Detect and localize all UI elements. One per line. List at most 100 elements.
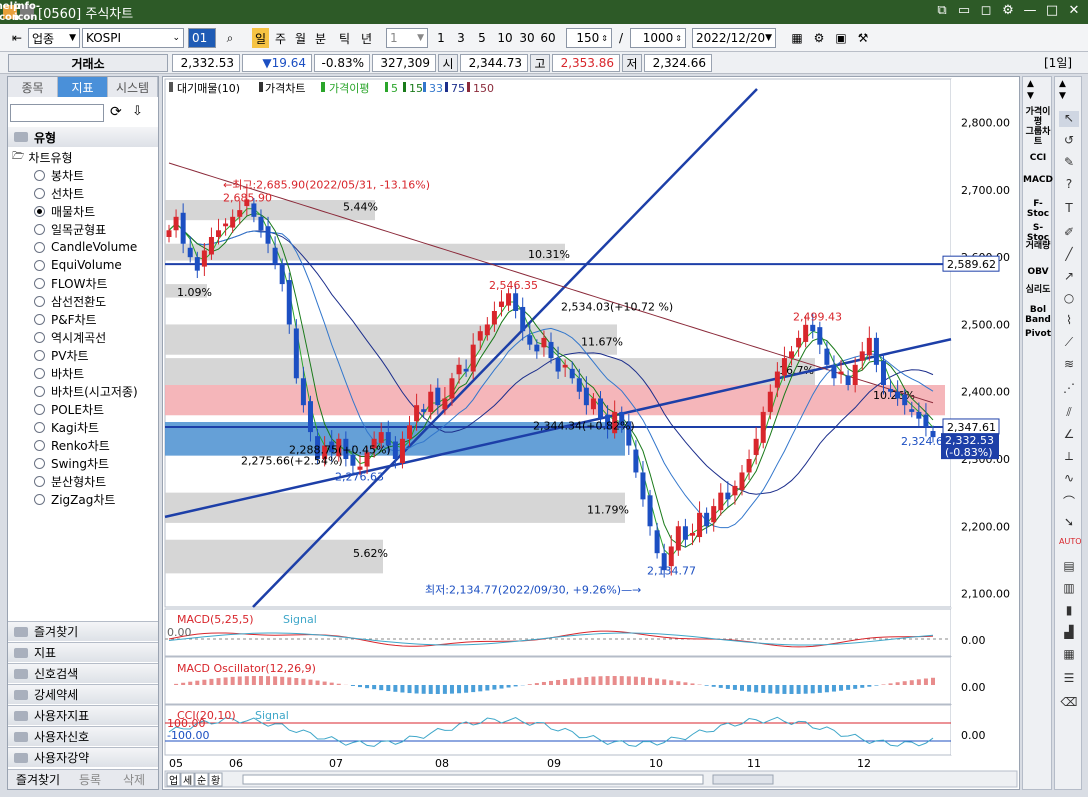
- chart-type-option[interactable]: Renko차트: [34, 437, 110, 453]
- fan-tool-icon[interactable]: ⋰: [1059, 381, 1079, 397]
- min-30-button[interactable]: 30: [517, 28, 537, 48]
- radio-button[interactable]: [34, 259, 45, 271]
- chart-type-option[interactable]: 삼선전환도: [34, 293, 106, 309]
- auto-icon[interactable]: AUTO: [1059, 537, 1082, 553]
- undo-icon[interactable]: ↺: [1059, 133, 1079, 149]
- date-select[interactable]: 2022/12/20 ▼: [692, 28, 776, 48]
- save-icon[interactable]: ▣: [832, 28, 850, 48]
- min-1-button[interactable]: 1: [434, 28, 448, 48]
- close-icon[interactable]: ✕: [1066, 3, 1082, 18]
- cursor-icon[interactable]: ↖: [1059, 111, 1079, 127]
- period-minute[interactable]: 분: [312, 28, 329, 48]
- indicator-button[interactable]: Bol Band: [1023, 305, 1053, 325]
- radio-button[interactable]: [34, 421, 45, 433]
- indicator-button[interactable]: 심리도: [1023, 285, 1053, 295]
- indicator-button[interactable]: CCI: [1023, 153, 1053, 163]
- scroll-down-icon[interactable]: ▼: [1059, 91, 1066, 101]
- delete-button[interactable]: 삭제: [112, 770, 156, 789]
- code-button[interactable]: 01: [188, 28, 216, 48]
- chart-type-option[interactable]: 바차트(시고저종): [34, 383, 138, 399]
- restore-icon[interactable]: ⧉: [934, 3, 950, 18]
- market-select[interactable]: 업종 ▼: [28, 28, 80, 48]
- line-tool-icon[interactable]: ╱: [1059, 247, 1079, 263]
- min-icon[interactable]: —: [1022, 3, 1038, 18]
- indicator-button[interactable]: Pivot: [1023, 329, 1053, 339]
- chart-icon[interactable]: ▟: [1059, 625, 1079, 641]
- chart-type-option[interactable]: POLE차트: [34, 401, 104, 417]
- text-tool-icon[interactable]: T: [1059, 201, 1079, 217]
- stock-chart[interactable]: 5.44%10.31%1.09%11.67%16.7%11.79%5.62%10…: [163, 77, 1019, 789]
- indicator-button[interactable]: 그룹차트: [1023, 127, 1053, 147]
- gann-tool-icon[interactable]: ⟂: [1059, 449, 1079, 465]
- type-section[interactable]: 유형: [8, 127, 158, 147]
- folder-indicator[interactable]: 지표: [8, 642, 158, 662]
- radio-button[interactable]: [34, 313, 45, 325]
- folder-user-strength[interactable]: 사용자강약: [8, 747, 158, 767]
- folder-favorites[interactable]: 즐겨찾기: [8, 621, 158, 641]
- period-month[interactable]: 월: [292, 28, 309, 48]
- min-60-button[interactable]: 60: [538, 28, 558, 48]
- radio-button[interactable]: [34, 439, 45, 451]
- pen-icon[interactable]: ✐: [1059, 225, 1079, 241]
- chart-type-option[interactable]: P&F차트: [34, 311, 97, 327]
- radio-button[interactable]: [34, 187, 45, 199]
- bar-chart-icon[interactable]: ▮: [1059, 603, 1079, 619]
- indicator-button[interactable]: F-Stoc: [1023, 199, 1053, 219]
- indicator-search-input[interactable]: [10, 104, 104, 122]
- marker-icon[interactable]: ✎: [1059, 155, 1079, 171]
- radio-button[interactable]: [34, 493, 45, 505]
- trend-tool-icon[interactable]: ⟋: [1059, 335, 1079, 351]
- collapse-panel-icon[interactable]: ⇤: [8, 28, 26, 48]
- tools-icon[interactable]: ⚒: [854, 28, 872, 48]
- chart-type-option[interactable]: 일목균형표: [34, 221, 106, 237]
- radio-button[interactable]: [34, 457, 45, 469]
- folder-strength[interactable]: 강세약세: [8, 684, 158, 704]
- channel-tool-icon[interactable]: ≋: [1059, 357, 1079, 373]
- indicator-button[interactable]: S-Stoc: [1023, 223, 1053, 243]
- radio-button[interactable]: [34, 277, 45, 289]
- radio-button[interactable]: [34, 205, 45, 217]
- radio-button[interactable]: [34, 367, 45, 379]
- grid-icon[interactable]: ▦: [788, 28, 806, 48]
- min-3-button[interactable]: 3: [454, 28, 468, 48]
- circle-tool-icon[interactable]: ○: [1059, 291, 1079, 307]
- chart-type-option[interactable]: EquiVolume: [34, 257, 122, 273]
- tab-stock[interactable]: 종목: [8, 77, 58, 97]
- min-5-button[interactable]: 5: [475, 28, 489, 48]
- chart-type-option[interactable]: FLOW차트: [34, 275, 108, 291]
- radio-button[interactable]: [34, 241, 45, 253]
- erase-icon[interactable]: ⌫: [1059, 695, 1079, 711]
- chart-type-option[interactable]: Swing차트: [34, 455, 109, 471]
- indicator-button[interactable]: OBV: [1023, 267, 1053, 277]
- maximize-icon[interactable]: ◻: [978, 3, 994, 18]
- angle-tool-icon[interactable]: ∠: [1059, 427, 1079, 443]
- tab-system[interactable]: 시스템: [108, 77, 158, 97]
- radio-button[interactable]: [34, 385, 45, 397]
- arrow-tool-icon[interactable]: ➘: [1059, 515, 1079, 531]
- max-count-input[interactable]: 1000 ⇕: [630, 28, 686, 48]
- period-week[interactable]: 주: [272, 28, 289, 48]
- window-icon[interactable]: ▤: [1059, 559, 1079, 575]
- chart-type-option[interactable]: PV차트: [34, 347, 89, 363]
- compare-icon[interactable]: ▥: [1059, 581, 1079, 597]
- chart-type-group[interactable]: 🗁 차트유형: [12, 149, 73, 166]
- radio-button[interactable]: [34, 475, 45, 487]
- period-year[interactable]: 년: [358, 28, 375, 48]
- chart-type-option[interactable]: 선차트: [34, 185, 84, 201]
- info-icon[interactable]: info-icon: [14, 1, 40, 23]
- indicator-button[interactable]: 가격이평: [1023, 107, 1053, 127]
- minute-select[interactable]: 1 ▼: [386, 28, 428, 48]
- search-icon[interactable]: ⌕: [220, 28, 240, 48]
- chart-type-option[interactable]: 봉차트: [34, 167, 84, 183]
- wave-tool-icon[interactable]: ∿: [1059, 471, 1079, 487]
- refresh-icon[interactable]: ⟳: [110, 104, 122, 120]
- chart-area[interactable]: 5.44% 10.31% 1.09% 11.67% 16.7% 11.79% 5.62% 10…: [162, 76, 1020, 790]
- max-icon[interactable]: □: [1044, 3, 1060, 18]
- scroll-up-icon[interactable]: ▲: [1059, 79, 1066, 89]
- tab-indicator[interactable]: 지표: [58, 77, 108, 97]
- settings-gear-icon[interactable]: ⚙: [810, 28, 828, 48]
- period-day[interactable]: 일: [252, 28, 269, 48]
- folder-user-signal[interactable]: 사용자신호: [8, 726, 158, 746]
- cycle-tool-icon[interactable]: ⌒: [1059, 493, 1079, 509]
- radio-button[interactable]: [34, 223, 45, 235]
